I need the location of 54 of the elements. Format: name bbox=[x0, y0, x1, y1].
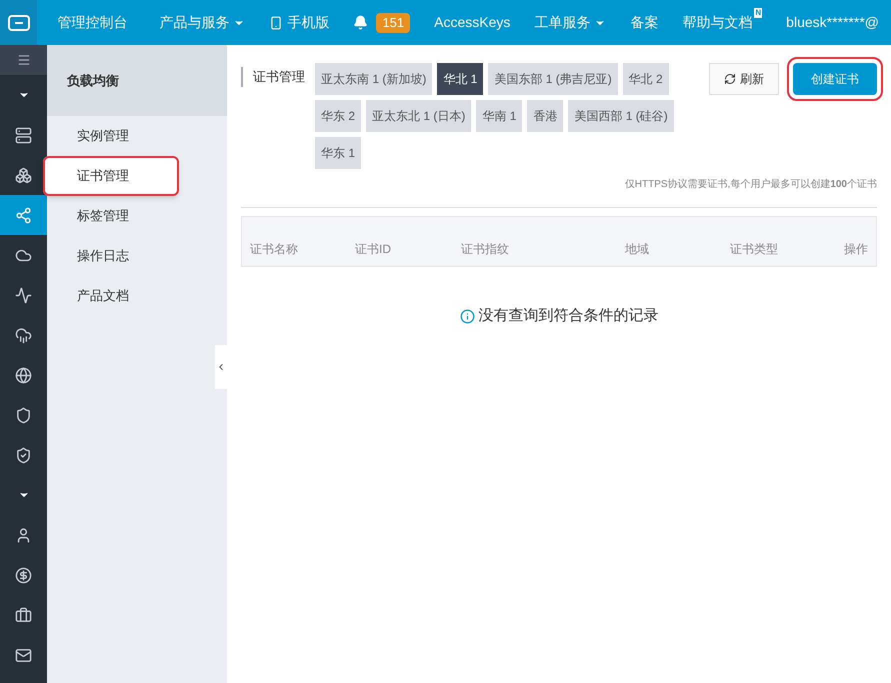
server-icon bbox=[15, 126, 32, 144]
column-header: 证书名称 bbox=[250, 241, 299, 258]
region-tab[interactable]: 美国西部 1 (硅谷) bbox=[568, 100, 674, 132]
wave-icon bbox=[15, 286, 32, 304]
bag-icon bbox=[15, 606, 32, 624]
nav-menu[interactable]: 工单服务 bbox=[522, 12, 618, 33]
region-tab[interactable]: 亚太东南 1 (新加坡) bbox=[315, 63, 432, 95]
region-tab[interactable]: 亚太东北 1 (日本) bbox=[366, 100, 472, 132]
nav-menu[interactable]: 产品与服务 bbox=[147, 12, 258, 33]
info-icon bbox=[460, 308, 474, 324]
sidebar-item[interactable]: 产品文档 bbox=[47, 276, 227, 316]
sidebar-title: 负载均衡 bbox=[47, 45, 227, 116]
sidebar-item[interactable]: 操作日志 bbox=[47, 236, 227, 276]
user-icon bbox=[15, 526, 32, 544]
sidebar-item[interactable]: 实例管理 bbox=[47, 116, 227, 156]
page-title: 证书管理 bbox=[241, 67, 305, 86]
refresh-icon bbox=[724, 73, 736, 85]
logo-icon[interactable] bbox=[0, 0, 38, 45]
region-tab[interactable]: 华北 1 bbox=[437, 63, 484, 95]
column-header: 证书指纹 bbox=[461, 241, 510, 258]
region-tab[interactable]: 华东 2 bbox=[315, 100, 362, 132]
mobile-link[interactable]: 手机版 bbox=[257, 12, 342, 33]
empty-message: 没有查询到符合条件的记录 bbox=[478, 306, 658, 326]
region-tab[interactable]: 香港 bbox=[527, 100, 564, 132]
console-link[interactable]: 管理控制台 bbox=[37, 12, 148, 33]
globe-icon bbox=[15, 366, 32, 384]
shield-icon bbox=[15, 446, 32, 464]
sidebar-item[interactable]: 证书管理 bbox=[43, 156, 179, 196]
phone-icon bbox=[269, 16, 284, 30]
cluster-icon bbox=[15, 166, 32, 184]
nav-link[interactable]: 备案 bbox=[618, 12, 670, 33]
region-tab[interactable]: 华东 1 bbox=[315, 137, 362, 169]
certificate-note: 仅HTTPS协议需要证书,每个用户最多可以创建100个证书 bbox=[241, 177, 877, 208]
create-button[interactable]: 创建证书 bbox=[793, 63, 877, 95]
cloud-icon bbox=[15, 326, 32, 344]
column-header: 证书ID bbox=[355, 241, 392, 258]
column-header: 证书类型 bbox=[730, 241, 779, 258]
nav-link[interactable]: bluesk*******@ bbox=[774, 12, 891, 33]
menu-icon[interactable] bbox=[16, 53, 30, 67]
column-header: 地域 bbox=[625, 241, 650, 258]
notification-count: 151 bbox=[376, 12, 410, 32]
shield-icon bbox=[15, 406, 32, 424]
column-header: 操作 bbox=[843, 241, 868, 258]
mail-icon bbox=[15, 646, 32, 664]
region-tab[interactable]: 美国东部 1 (弗吉尼亚) bbox=[488, 63, 618, 95]
refresh-button[interactable]: 刷新 bbox=[709, 63, 779, 95]
new-badge: N bbox=[754, 8, 762, 18]
region-tab[interactable]: 华南 1 bbox=[476, 100, 522, 132]
region-tab[interactable]: 华北 2 bbox=[622, 63, 669, 95]
network-icon bbox=[15, 206, 32, 224]
nav-link[interactable]: AccessKeys bbox=[422, 12, 522, 33]
sidebar-item[interactable]: 标签管理 bbox=[47, 196, 227, 236]
collapse-handle[interactable] bbox=[215, 345, 227, 389]
bell-icon[interactable] bbox=[353, 15, 368, 30]
